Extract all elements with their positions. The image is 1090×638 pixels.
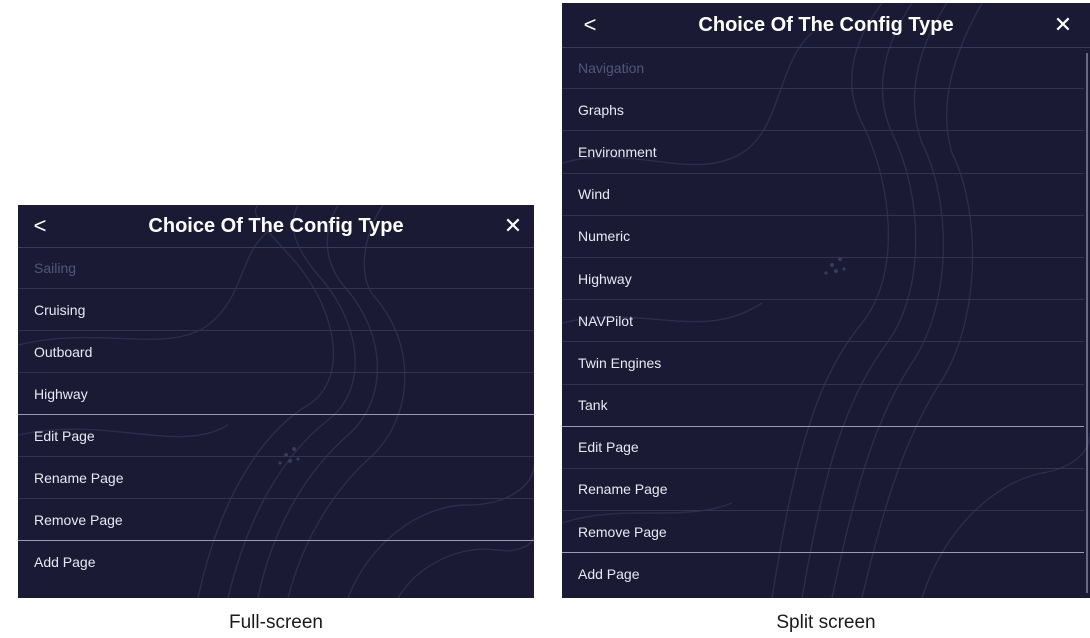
menu-item-label: Add Page: [578, 566, 640, 583]
menu-item-cruising[interactable]: Cruising: [18, 289, 534, 331]
menu-item-label: Edit Page: [34, 427, 95, 444]
menu-item-label: Twin Engines: [578, 354, 662, 371]
close-icon[interactable]: ✕: [500, 205, 526, 247]
menu-item-rename-page[interactable]: Rename Page: [18, 457, 534, 499]
menu-item-rename-page[interactable]: Rename Page: [562, 469, 1084, 512]
menu-item-label: Tank: [578, 397, 608, 414]
menu-item-label: Numeric: [578, 228, 631, 245]
menu-item-add-page[interactable]: Add Page: [18, 541, 534, 583]
config-type-menu-splitscreen: Choice Of The Config Type < ✕ Navigation…: [562, 3, 1090, 598]
menu-item-tank[interactable]: Tank: [562, 385, 1084, 427]
menu-item-navigation: Navigation: [562, 47, 1084, 90]
menu-header: Choice Of The Config Type < ✕: [18, 205, 534, 248]
menu-item-label: Edit Page: [578, 439, 639, 456]
menu-item-label: Graphs: [578, 101, 624, 118]
menu-title: Choice Of The Config Type: [148, 214, 404, 237]
menu-item-label: Wind: [578, 186, 610, 203]
menu-title: Choice Of The Config Type: [698, 13, 954, 36]
menu-item-outboard[interactable]: Outboard: [18, 331, 534, 373]
menu-item-label: Outboard: [34, 343, 93, 360]
scrollbar[interactable]: [1086, 53, 1088, 593]
menu-item-numeric[interactable]: Numeric: [562, 216, 1084, 258]
menu-item-label: Rename Page: [34, 469, 124, 486]
menu-item-remove-page[interactable]: Remove Page: [562, 511, 1084, 554]
menu-item-label: Highway: [34, 385, 88, 402]
menu-item-label: Add Page: [34, 554, 96, 570]
menu-item-edit-page[interactable]: Edit Page: [18, 415, 534, 457]
menu-list: Sailing Cruising Outboard Highway Edit P…: [18, 247, 534, 583]
menu-item-label: Environment: [578, 143, 657, 160]
menu-item-environment[interactable]: Environment: [562, 131, 1084, 174]
menu-item-label: Cruising: [34, 301, 86, 318]
back-icon[interactable]: <: [28, 205, 52, 247]
menu-item-graphs[interactable]: Graphs: [562, 89, 1084, 132]
config-type-menu-fullscreen: Choice Of The Config Type < ✕ Sailing Cr…: [18, 205, 534, 598]
menu-item-wind[interactable]: Wind: [562, 174, 1084, 216]
menu-item-highway[interactable]: Highway: [18, 373, 534, 415]
menu-item-sailing: Sailing: [18, 247, 534, 289]
menu-item-label: Highway: [578, 270, 632, 287]
back-icon[interactable]: <: [578, 3, 602, 47]
menu-item-label: Remove Page: [34, 511, 123, 528]
caption-split-screen: Split screen: [776, 612, 876, 633]
menu-item-highway[interactable]: Highway: [562, 258, 1084, 301]
menu-item-navpilot[interactable]: NAVPilot: [562, 300, 1084, 343]
menu-item-label: Remove Page: [578, 523, 667, 540]
menu-item-label: Rename Page: [578, 481, 668, 498]
menu-item-remove-page[interactable]: Remove Page: [18, 499, 534, 541]
menu-header: Choice Of The Config Type < ✕: [562, 3, 1090, 48]
caption-full-screen: Full-screen: [229, 612, 323, 633]
menu-item-label: NAVPilot: [578, 312, 633, 329]
menu-item-add-page[interactable]: Add Page: [562, 553, 1084, 595]
close-icon[interactable]: ✕: [1050, 3, 1076, 47]
menu-item-twin-engines[interactable]: Twin Engines: [562, 342, 1084, 385]
menu-item-label: Sailing: [34, 259, 77, 276]
menu-item-label: Navigation: [578, 59, 645, 76]
menu-item-edit-page[interactable]: Edit Page: [562, 427, 1084, 469]
menu-list: Navigation Graphs Environment Wind Numer…: [562, 47, 1084, 595]
